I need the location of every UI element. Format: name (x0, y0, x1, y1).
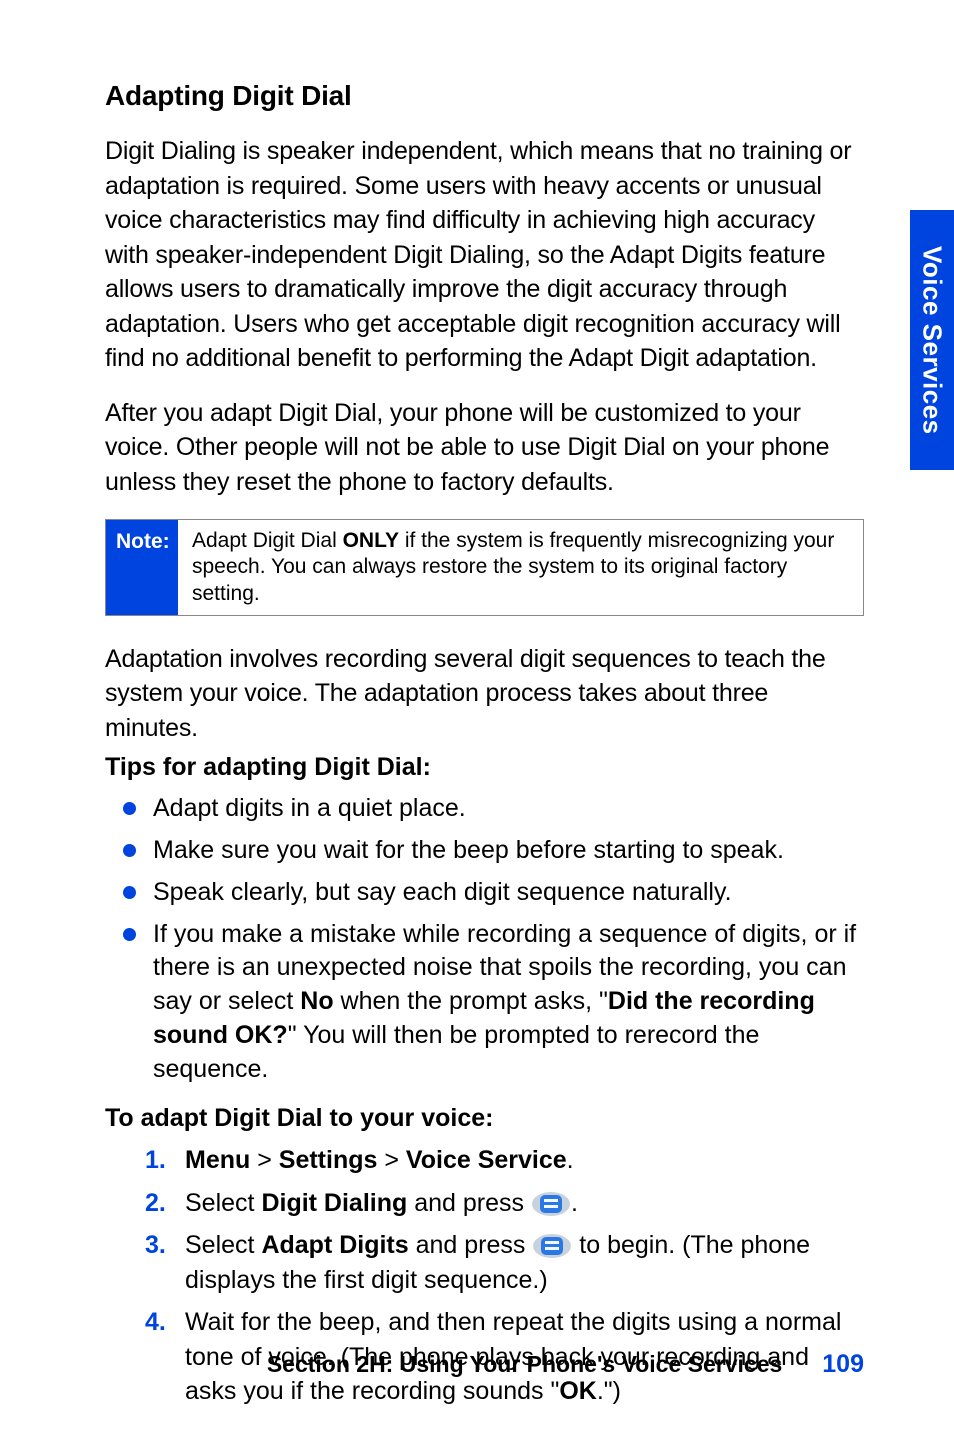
page-container: Voice Services Adapting Digit Dial Digit… (0, 0, 954, 1431)
list-item: Make sure you wait for the beep before s… (153, 834, 864, 868)
step-menu: Menu (185, 1146, 250, 1174)
footer-page-number: 109 (822, 1350, 864, 1379)
page-footer: Section 2H: Using Your Phone's Voice Ser… (0, 1350, 954, 1379)
step-text-pre: Select (185, 1189, 261, 1217)
step-text-end: . (571, 1189, 578, 1217)
step-text-mid: and press (409, 1231, 533, 1259)
tip-text: Adapt digits in a quiet place. (153, 794, 466, 822)
note-text-pre: Adapt Digit Dial (192, 529, 343, 552)
step-number: 4. (145, 1305, 166, 1340)
step-end: . (567, 1146, 574, 1174)
list-item: Speak clearly, but say each digit sequen… (153, 876, 864, 910)
footer-section-label: Section 2H: Using Your Phone's Voice Ser… (267, 1351, 782, 1378)
side-tab: Voice Services (910, 210, 954, 470)
tip-text: Make sure you wait for the beep before s… (153, 836, 784, 864)
note-box: Note: Adapt Digit Dial ONLY if the syste… (105, 519, 864, 616)
note-body: Adapt Digit Dial ONLY if the system is f… (178, 520, 863, 615)
step-gt: > (250, 1146, 279, 1174)
step-gt: > (377, 1146, 406, 1174)
intro-paragraph-2: After you adapt Digit Dial, your phone w… (105, 396, 864, 500)
step-number: 2. (145, 1186, 166, 1221)
tips-list: Adapt digits in a quiet place. Make sure… (105, 792, 864, 1086)
list-item: 2. Select Digit Dialing and press . (145, 1186, 864, 1221)
menu-ok-button-icon (532, 1233, 572, 1259)
step-text-pre: Select (185, 1231, 261, 1259)
list-item: 1. Menu > Settings > Voice Service. (145, 1143, 864, 1178)
step-ok: OK (559, 1377, 597, 1405)
step-text-post: .") (597, 1377, 621, 1405)
page-heading: Adapting Digit Dial (105, 80, 864, 112)
step-voiceservice: Voice Service (406, 1146, 567, 1174)
step-text-mid: and press (407, 1189, 531, 1217)
tip-text-mid: when the prompt asks, " (334, 987, 608, 1015)
step-digitdialing: Digit Dialing (261, 1189, 407, 1217)
tip-no: No (300, 987, 333, 1015)
list-item: Adapt digits in a quiet place. (153, 792, 864, 826)
list-item: 3. Select Adapt Digits and press to begi… (145, 1228, 864, 1297)
side-tab-label: Voice Services (917, 246, 948, 435)
intro-paragraph-1: Digit Dialing is speaker independent, wh… (105, 134, 864, 376)
toadapt-heading: To adapt Digit Dial to your voice: (105, 1104, 864, 1133)
step-adaptdigits: Adapt Digits (261, 1231, 408, 1259)
menu-ok-button-icon (531, 1191, 571, 1217)
step-number: 1. (145, 1143, 166, 1178)
step-settings: Settings (279, 1146, 378, 1174)
tip-text: Speak clearly, but say each digit sequen… (153, 878, 732, 906)
step-number: 3. (145, 1228, 166, 1263)
list-item: If you make a mistake while recording a … (153, 918, 864, 1087)
note-label: Note: (106, 520, 178, 615)
adaptation-paragraph: Adaptation involves recording several di… (105, 642, 864, 746)
tips-heading: Tips for adapting Digit Dial: (105, 753, 864, 782)
note-text-only: ONLY (343, 529, 399, 552)
